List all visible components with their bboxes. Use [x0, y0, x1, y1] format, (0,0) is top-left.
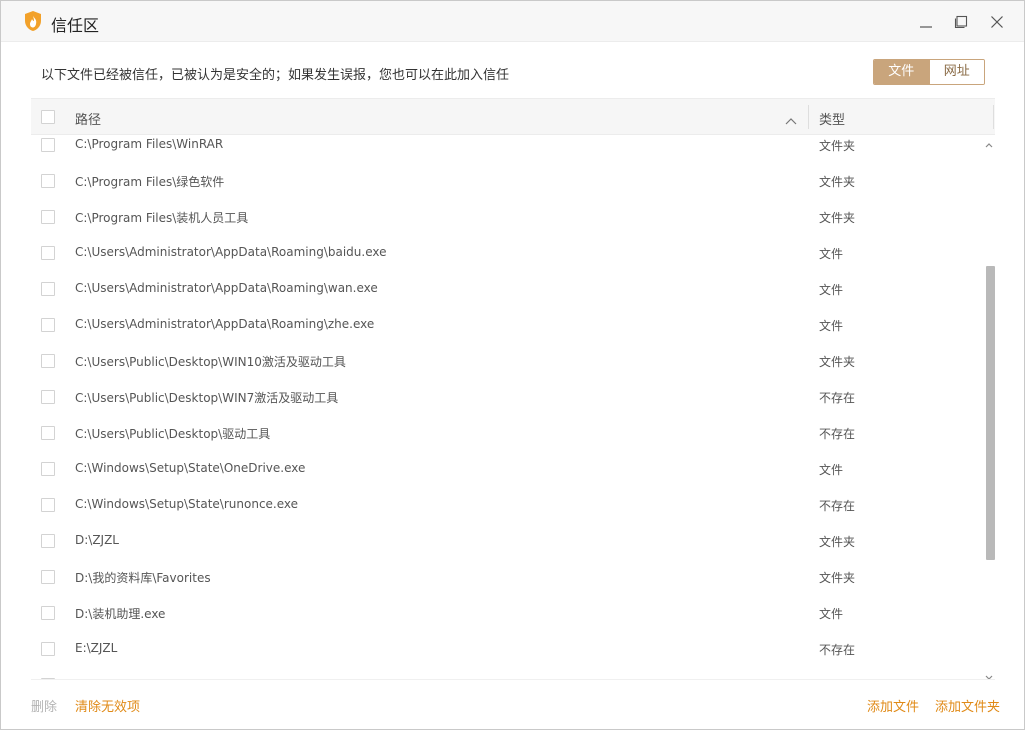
table-row[interactable]: C:\Users\Public\Desktop\WIN10激活及驱动工具 文件夹 — [31, 352, 981, 388]
table-row[interactable]: D:\装机助理.exe 文件 — [31, 604, 981, 640]
row-path: D:\ZJZL — [75, 533, 119, 547]
row-path: D:\我的资料库\Favorites — [75, 571, 211, 585]
table-row[interactable]: C:\Users\Administrator\AppData\Roaming\b… — [31, 244, 981, 280]
close-button[interactable] — [986, 11, 1008, 33]
scroll-down-icon[interactable] — [984, 668, 994, 687]
table-row[interactable]: E:\ZJZL 不存在 — [31, 640, 981, 676]
tab-urls[interactable]: 网址 — [928, 60, 984, 84]
row-checkbox[interactable] — [41, 498, 55, 512]
table-row[interactable]: D:\我的资料库\Favorites 文件夹 — [31, 568, 981, 604]
tab-files[interactable]: 文件 — [874, 60, 929, 84]
row-path: C:\Program Files\WinRAR — [75, 137, 224, 151]
close-icon — [991, 16, 1003, 28]
add-folder-button[interactable]: 添加文件夹 — [935, 696, 1000, 715]
column-divider[interactable] — [808, 105, 809, 129]
delete-button[interactable]: 删除 — [31, 696, 57, 715]
row-checkbox[interactable] — [41, 354, 55, 368]
row-path: E:\ZJZL — [75, 641, 118, 655]
table-row[interactable]: C:\Program Files\WinRAR 文件夹 — [31, 136, 981, 172]
row-type: 不存在 — [819, 643, 856, 657]
chevron-up-icon[interactable] — [785, 111, 797, 130]
table-row[interactable]: C:\Program Files\装机人员工具 文件夹 — [31, 208, 981, 244]
row-path: C:\Users\Public\Desktop\驱动工具 — [75, 427, 271, 441]
scroll-up-icon[interactable] — [984, 135, 994, 154]
row-checkbox[interactable] — [41, 534, 55, 548]
table-row[interactable]: C:\Users\Administrator\AppData\Roaming\w… — [31, 280, 981, 316]
row-checkbox[interactable] — [41, 246, 55, 260]
row-checkbox[interactable] — [41, 138, 55, 152]
row-type: 文件 — [819, 607, 844, 621]
row-path: C:\Program Files\装机人员工具 — [75, 211, 249, 225]
row-type: 文件 — [819, 283, 844, 297]
row-checkbox[interactable] — [41, 426, 55, 440]
table-row[interactable]: C:\Users\Public\Desktop\WIN7激活及驱动工具 不存在 — [31, 388, 981, 424]
row-path: D:\装机助理.exe — [75, 607, 166, 621]
minimize-button[interactable] — [915, 11, 937, 33]
table-row[interactable]: D:\ZJZL 文件夹 — [31, 532, 981, 568]
row-type: 文件 — [819, 319, 844, 333]
row-checkbox[interactable] — [41, 606, 55, 620]
add-file-button[interactable]: 添加文件 — [867, 696, 919, 715]
scrollbar-thumb[interactable] — [986, 266, 995, 560]
trust-zone-window: 信任区 以下文件已经被信任，已被认为是安全的；如果发生误报，您也可以在此加入信任… — [0, 0, 1025, 730]
table-row[interactable]: C:\Windows\Setup\State\runonce.exe 不存在 — [31, 496, 981, 532]
row-type: 不存在 — [819, 391, 856, 405]
column-header-type[interactable]: 类型 — [819, 109, 845, 128]
row-type: 文件夹 — [819, 139, 856, 153]
table-row[interactable]: C:\Users\Administrator\AppData\Roaming\z… — [31, 316, 981, 352]
row-path: C:\Windows\Setup\State\OneDrive.exe — [75, 461, 306, 475]
row-path: C:\Users\Administrator\AppData\Roaming\w… — [75, 281, 378, 295]
row-path: C:\Users\Administrator\AppData\Roaming\b… — [75, 245, 387, 259]
clear-invalid-button[interactable]: 清除无效项 — [75, 696, 140, 715]
column-header-path[interactable]: 路径 — [75, 109, 101, 128]
row-path: C:\Users\Public\Desktop\WIN10激活及驱动工具 — [75, 355, 346, 369]
flame-shield-icon — [23, 10, 43, 32]
row-checkbox[interactable] — [41, 570, 55, 584]
minimize-icon — [920, 26, 932, 28]
row-checkbox[interactable] — [41, 462, 55, 476]
row-type: 文件夹 — [819, 535, 856, 549]
row-checkbox[interactable] — [41, 318, 55, 332]
row-type: 文件夹 — [819, 355, 856, 369]
table-row[interactable]: C:\Windows\Setup\State\OneDrive.exe 文件 — [31, 460, 981, 496]
table-header: 路径 类型 — [31, 98, 995, 135]
window-title: 信任区 — [51, 16, 100, 35]
row-type: 文件夹 — [819, 211, 856, 225]
table-row[interactable]: C:\Program Files\绿色软件 文件夹 — [31, 172, 981, 208]
row-checkbox[interactable] — [41, 390, 55, 404]
row-path: C:\Windows\Setup\State\runonce.exe — [75, 497, 299, 511]
type-tab-group: 文件 网址 — [873, 59, 985, 85]
row-type: 文件夹 — [819, 571, 856, 585]
footer-divider — [31, 679, 995, 680]
title-bar: 信任区 — [1, 1, 1024, 42]
row-checkbox[interactable] — [41, 210, 55, 224]
trusted-items-list[interactable]: C:\Program Files\WinRAR 文件夹 C:\Program Fil… — [31, 135, 995, 679]
row-checkbox[interactable] — [41, 174, 55, 188]
row-checkbox[interactable] — [41, 282, 55, 296]
row-checkbox[interactable] — [41, 642, 55, 656]
row-path: C:\Users\Public\Desktop\WIN7激活及驱动工具 — [75, 391, 339, 405]
row-type: 文件 — [819, 463, 844, 477]
maximize-icon — [954, 15, 968, 29]
row-path: C:\Program Files\绿色软件 — [75, 175, 225, 189]
maximize-button[interactable] — [950, 11, 972, 33]
row-type: 文件夹 — [819, 175, 856, 189]
row-path: C:\Users\Administrator\AppData\Roaming\z… — [75, 317, 375, 331]
row-type: 不存在 — [819, 427, 856, 441]
row-type: 文件 — [819, 247, 844, 261]
select-all-checkbox[interactable] — [41, 110, 55, 124]
notice-text: 以下文件已经被信任，已被认为是安全的；如果发生误报，您也可以在此加入信任 — [41, 68, 510, 83]
table-row[interactable]: C:\Users\Public\Desktop\驱动工具 不存在 — [31, 424, 981, 460]
row-type: 不存在 — [819, 499, 856, 513]
column-divider — [993, 105, 994, 129]
